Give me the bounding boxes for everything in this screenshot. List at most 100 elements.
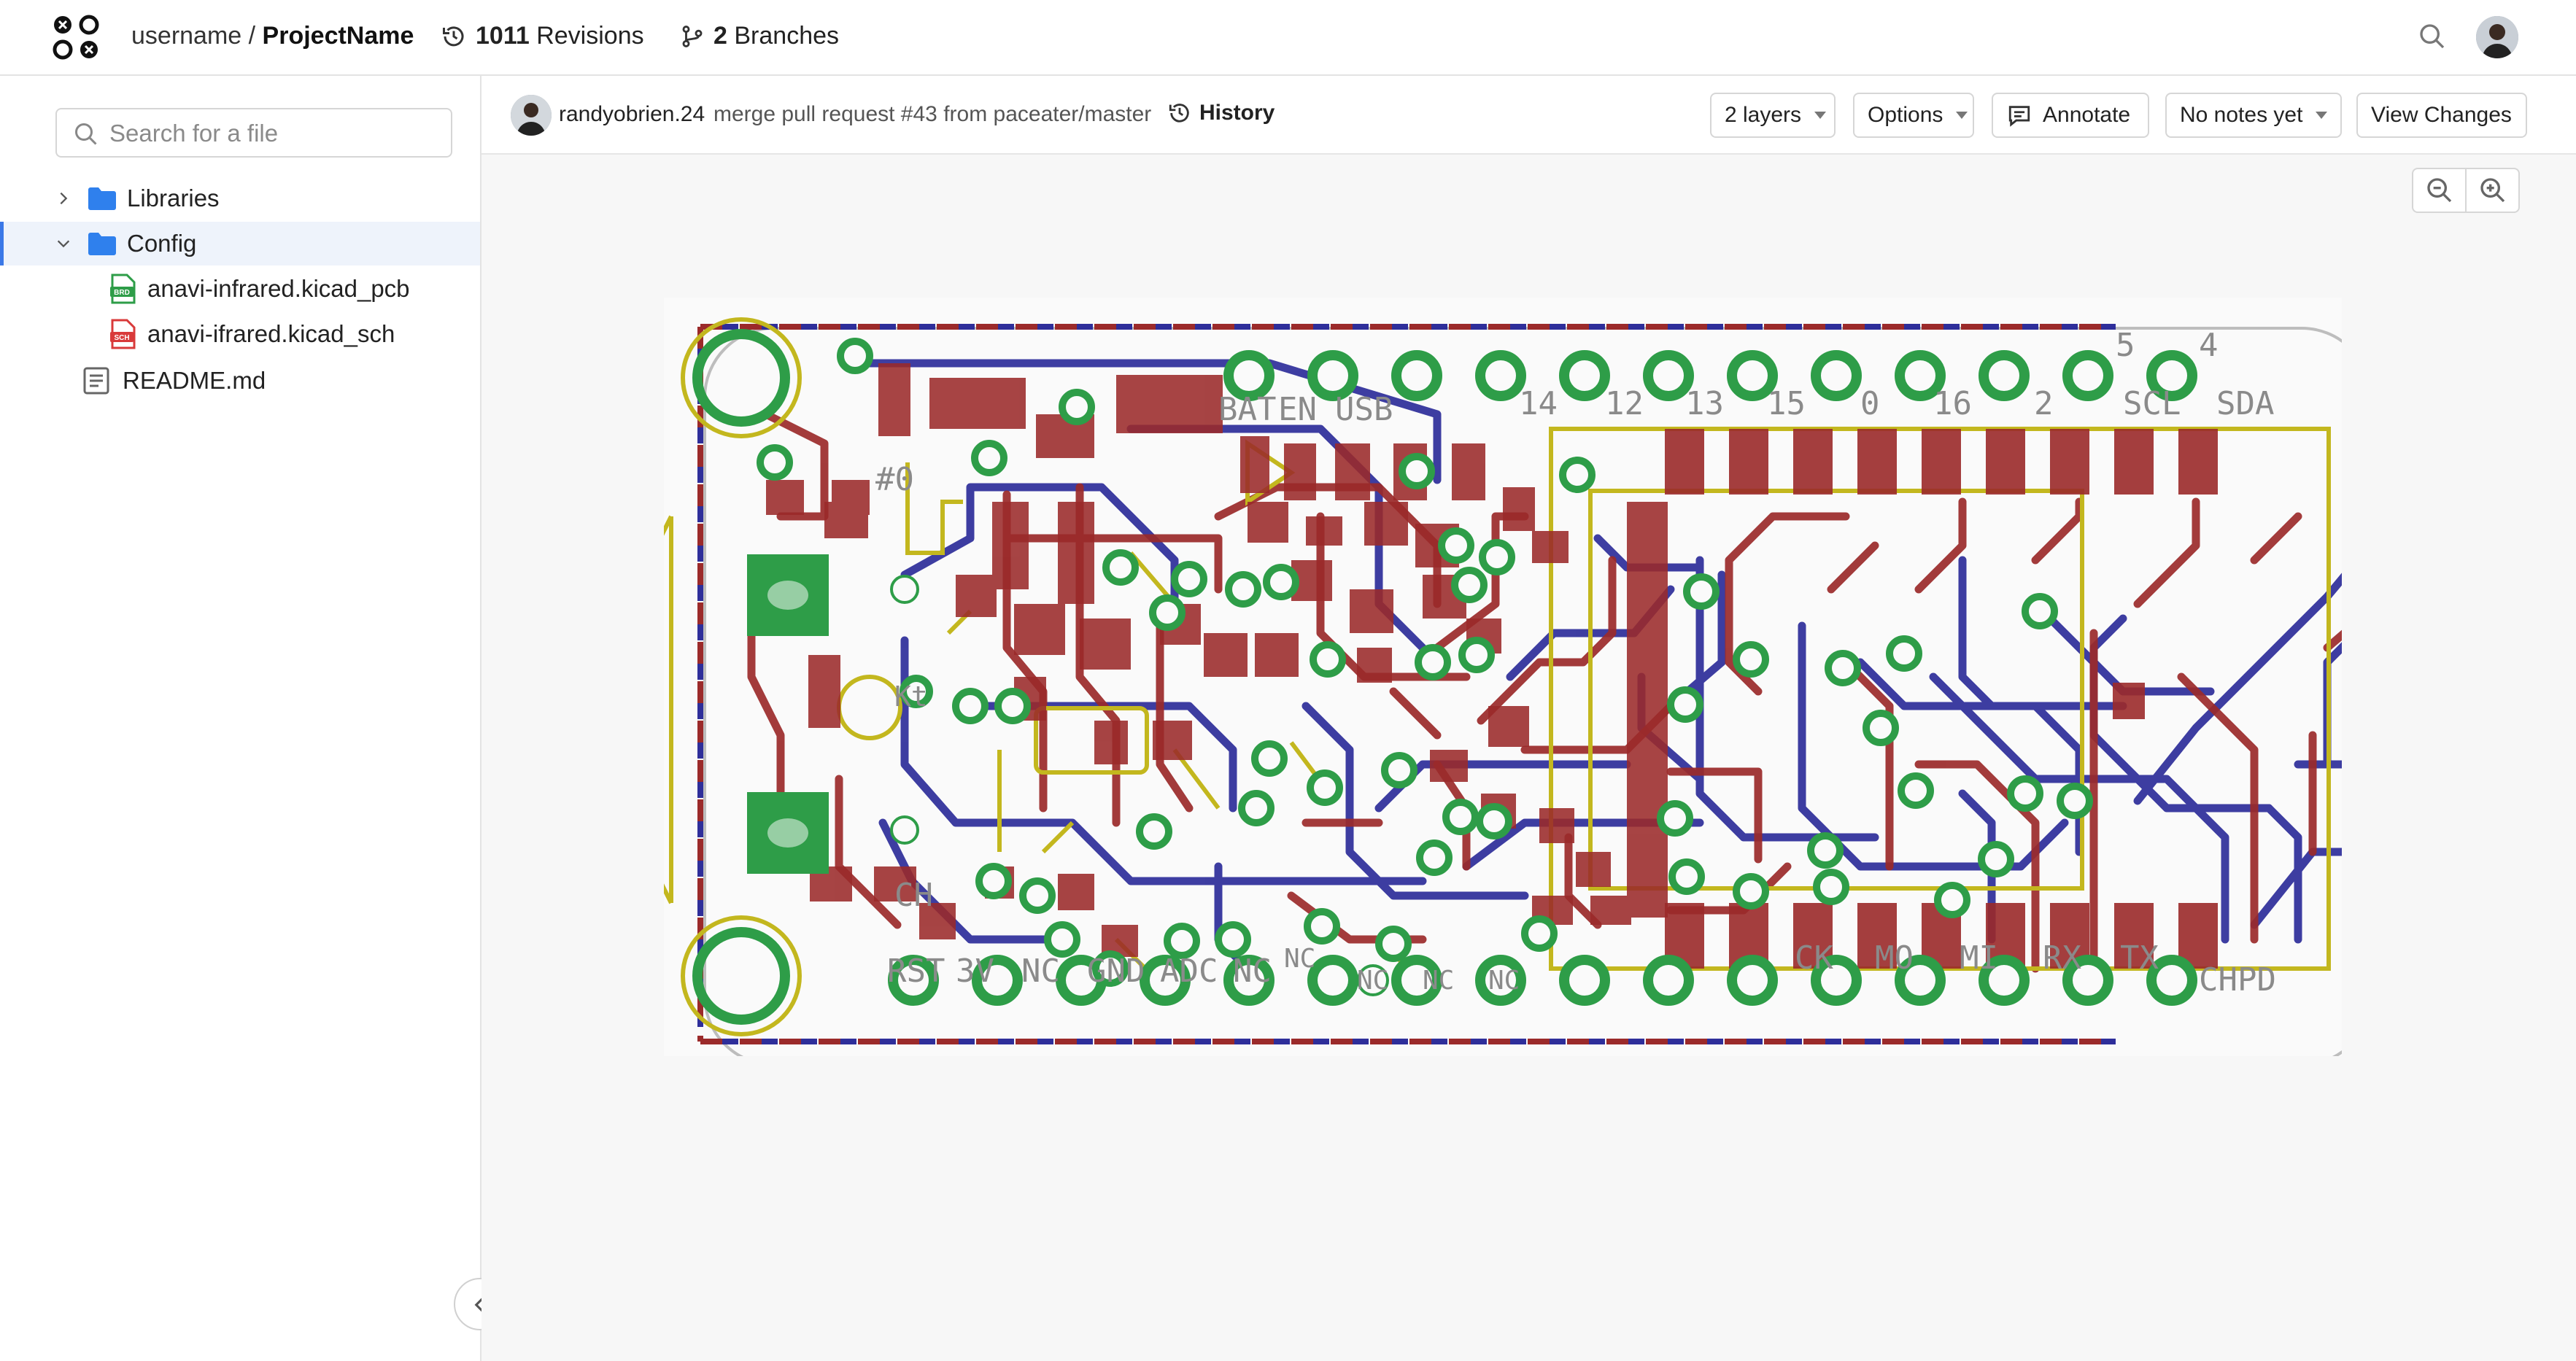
- pcb-bottom-label: NC: [1233, 953, 1272, 990]
- folder-icon: [88, 187, 116, 210]
- notes-dropdown[interactable]: No notes yet: [2165, 93, 2342, 138]
- board-file-icon: BRD: [110, 274, 136, 304]
- pcb-top-label: USB: [1335, 391, 1393, 428]
- caret-down-icon: [1956, 112, 1968, 119]
- zoom-out-button[interactable]: [2413, 169, 2465, 212]
- document-icon: [83, 367, 109, 395]
- history-icon: [443, 26, 464, 46]
- pcb-bottom-label: NC: [1423, 966, 1454, 996]
- notes-label: No notes yet: [2180, 103, 2303, 127]
- branches-count: 2: [713, 22, 727, 50]
- tree-item-config[interactable]: Config: [0, 222, 480, 265]
- pcb-bottom-label: RST: [887, 953, 945, 990]
- pcb-bottom-label: RX: [2043, 939, 2081, 977]
- branch-icon: [682, 25, 703, 47]
- file-search-box: [55, 108, 452, 158]
- schematic-file-icon: SCH: [110, 319, 136, 349]
- pcb-top-label: EN: [1278, 391, 1317, 428]
- zoom-in-button[interactable]: [2465, 169, 2518, 212]
- pcb-top-label: 14: [1519, 385, 1558, 422]
- breadcrumb-project[interactable]: ProjectName: [263, 22, 414, 50]
- pcb-bottom-label: NC: [1021, 953, 1060, 990]
- zoom-in-icon: [2480, 178, 2505, 203]
- pcb-bottom-label: MI: [1960, 939, 1998, 977]
- chevron-down-icon[interactable]: [55, 236, 71, 252]
- pcb-render[interactable]: BAT EN USB 14 12 13 15 0 16 2 5 4 SCL SD…: [664, 298, 2342, 1056]
- folder-icon: [88, 233, 116, 255]
- tree-item-label: Libraries: [127, 185, 220, 212]
- revisions-count: 1011: [476, 22, 530, 50]
- pcb-top-label: 13: [1685, 385, 1724, 422]
- pcb-bottom-label: 3V: [956, 953, 994, 990]
- pcb-bottom-label: NC: [1357, 966, 1388, 996]
- pcb-bottom-label: GND: [1087, 953, 1145, 990]
- layers-label: 2 layers: [1725, 103, 1802, 127]
- pcb-top-label: SCL: [2123, 385, 2181, 422]
- user-avatar[interactable]: [2476, 16, 2518, 58]
- pcb-top-label: 15: [1767, 385, 1806, 422]
- tree-item-pcb-file[interactable]: BRD anavi-infrared.kicad_pcb: [0, 267, 480, 311]
- branches-label: Branches: [734, 22, 840, 50]
- tree-item-label: anavi-ifrared.kicad_sch: [147, 320, 395, 347]
- file-search-input[interactable]: [108, 118, 432, 149]
- caret-down-icon: [1814, 112, 1827, 119]
- pcb-top-label: 16: [1933, 385, 1972, 422]
- view-changes-button[interactable]: View Changes: [2356, 93, 2527, 138]
- commit-author[interactable]: randyobrien.24: [559, 102, 705, 127]
- search-icon[interactable]: [2418, 22, 2447, 51]
- pcb-bottom-label: ADC: [1160, 953, 1218, 990]
- main-panel: randyobrien.24 merge pull request #43 fr…: [481, 76, 2576, 1361]
- pcb-top-label: 4: [2199, 327, 2219, 364]
- layers-dropdown[interactable]: 2 layers: [1710, 93, 1836, 138]
- options-label: Options: [1868, 103, 1943, 127]
- pcb-bottom-label: CK: [1795, 939, 1833, 977]
- breadcrumb-separator: /: [241, 22, 263, 50]
- pcb-misc-label: CH: [894, 877, 933, 914]
- pcb-bottom-label: NC: [1488, 966, 1520, 996]
- file-sidebar: Libraries Config BRD anavi-infrared.kica…: [0, 76, 481, 1361]
- pcb-bottom-label: MO: [1875, 939, 1914, 977]
- revisions-link[interactable]: 1011 Revisions: [441, 22, 644, 50]
- pcb-misc-label: Kt: [894, 680, 928, 713]
- app-logo-icon[interactable]: [53, 15, 101, 60]
- pcb-top-label: 0: [1860, 385, 1880, 422]
- caret-down-icon: [2316, 112, 2328, 119]
- breadcrumb: username / ProjectName: [131, 22, 414, 50]
- commit-message: merge pull request #43 from paceater/mas…: [713, 102, 1152, 126]
- pcb-top-label: SDA: [2216, 385, 2274, 422]
- commit-author-avatar[interactable]: [511, 95, 552, 136]
- tree-item-label: Config: [127, 230, 197, 257]
- pcb-bottom-label: CHPD: [2199, 961, 2276, 999]
- chevron-right-icon[interactable]: [55, 190, 71, 206]
- pcb-bottom-label: NC: [1284, 944, 1315, 974]
- pcb-top-label: BAT: [1218, 391, 1276, 428]
- search-icon: [75, 123, 97, 145]
- zoom-out-icon: [2426, 178, 2451, 203]
- svg-text:BRD: BRD: [114, 289, 130, 297]
- tree-item-sch-file[interactable]: SCH anavi-ifrared.kicad_sch: [0, 312, 480, 356]
- pcb-bottom-label: TX: [2120, 939, 2159, 977]
- options-dropdown[interactable]: Options: [1853, 93, 1974, 138]
- revisions-label: Revisions: [536, 22, 644, 50]
- branches-link[interactable]: 2 Branches: [680, 22, 839, 50]
- history-label: History: [1199, 101, 1275, 125]
- pcb-top-label: 2: [2034, 385, 2054, 422]
- commit-bar: randyobrien.24 merge pull request #43 fr…: [481, 76, 2576, 155]
- top-bar: username / ProjectName 1011 Revisions 2 …: [0, 0, 2576, 76]
- annotate-label: Annotate: [2043, 103, 2131, 127]
- annotate-button[interactable]: Annotate: [1992, 93, 2149, 138]
- history-button[interactable]: History: [1167, 101, 1275, 125]
- pcb-misc-label: #0: [875, 461, 914, 498]
- tree-item-libraries[interactable]: Libraries: [0, 177, 480, 220]
- breadcrumb-owner[interactable]: username: [131, 22, 241, 50]
- tree-item-label: anavi-infrared.kicad_pcb: [147, 275, 410, 302]
- pcb-viewer[interactable]: BAT EN USB 14 12 13 15 0 16 2 5 4 SCL SD…: [481, 155, 2576, 1361]
- zoom-controls: [2412, 168, 2520, 213]
- svg-text:SCH: SCH: [114, 334, 129, 342]
- pcb-top-label: 12: [1605, 385, 1644, 422]
- pcb-top-label: 5: [2116, 327, 2135, 364]
- view-changes-label: View Changes: [2371, 103, 2512, 127]
- tree-item-label: README.md: [123, 367, 266, 394]
- comment-icon: [2008, 106, 2030, 127]
- tree-item-readme[interactable]: README.md: [0, 359, 480, 403]
